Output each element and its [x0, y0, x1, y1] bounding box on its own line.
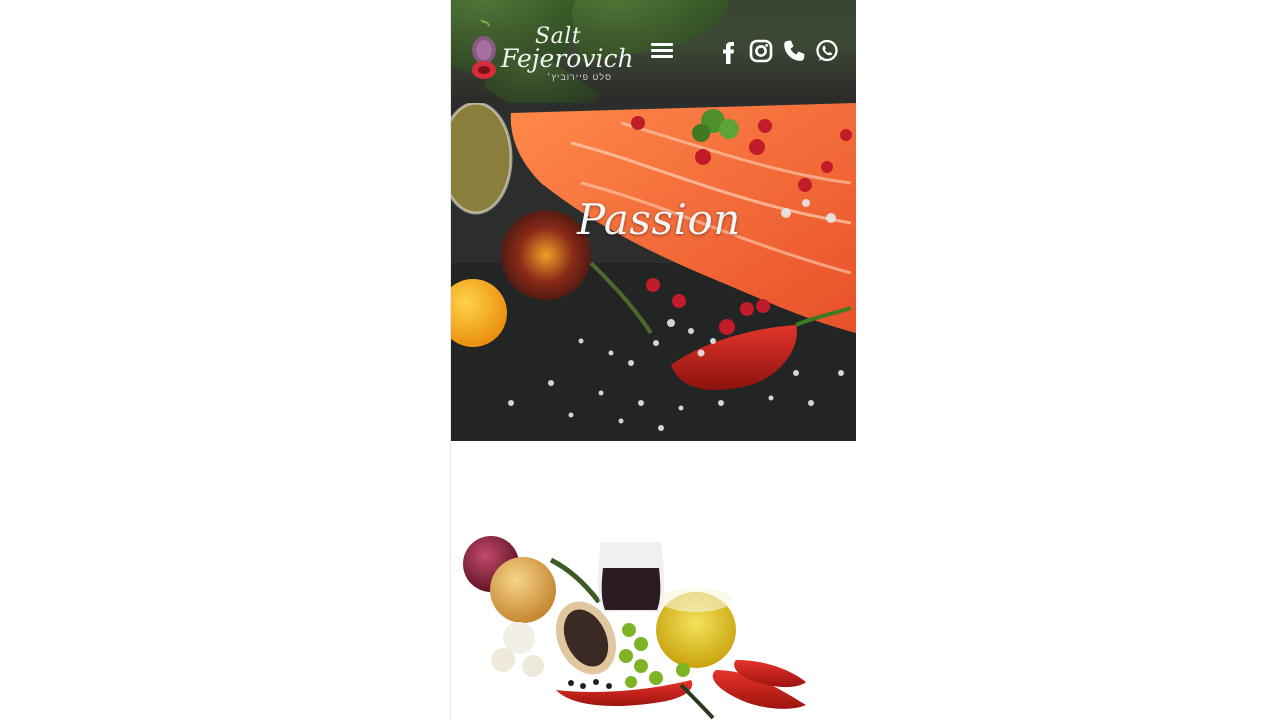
phone-icon[interactable]	[781, 38, 807, 64]
hamburger-icon[interactable]	[651, 43, 673, 63]
logo-word-fejerovich: Fejerovich	[501, 44, 634, 73]
logo-mark-icon	[472, 19, 496, 79]
hero-food-illustration	[451, 103, 856, 441]
ingredients-image	[451, 520, 856, 720]
hero-title: Passion	[577, 195, 741, 244]
instagram-icon[interactable]	[748, 38, 774, 64]
hero-banner: Passion	[451, 103, 856, 441]
ingredients-illustration	[463, 536, 806, 720]
logo-subtitle: סלט פיירוביץ׳	[547, 72, 613, 82]
facebook-icon[interactable]	[716, 38, 742, 64]
site-header: Salt Fejerovich סלט פיירוביץ׳	[451, 0, 856, 103]
site-logo[interactable]: Salt Fejerovich סלט פיירוביץ׳	[469, 18, 634, 84]
mobile-viewport: Salt Fejerovich סלט פיירוביץ׳ Passion	[450, 0, 856, 720]
whatsapp-icon[interactable]	[814, 38, 840, 64]
